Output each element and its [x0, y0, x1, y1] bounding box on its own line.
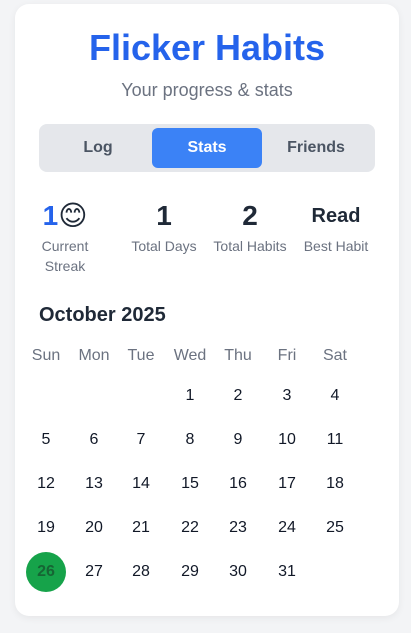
page-subtitle: Your progress & stats [121, 80, 293, 100]
weekday-tue: Tue [127, 347, 155, 364]
app-title: Flicker Habits [88, 27, 326, 68]
calendar-day[interactable]: 2 [218, 376, 258, 416]
calendar-day[interactable]: 31 [267, 552, 307, 592]
calendar-day[interactable]: 16 [218, 464, 258, 504]
calendar-day[interactable]: 29 [170, 552, 210, 592]
calendar-day[interactable]: 21 [121, 508, 161, 548]
calendar-day-completed[interactable]: 26 [26, 552, 66, 592]
weekday-mon: Mon [78, 347, 110, 364]
calendar-day[interactable]: 1 [170, 376, 210, 416]
streak-label: Current Streak [41, 238, 89, 274]
calendar-day[interactable]: 9 [218, 420, 258, 460]
calendar-day[interactable]: 11 [315, 420, 355, 460]
calendar-day[interactable]: 7 [121, 420, 161, 460]
calendar-day[interactable]: 12 [26, 464, 66, 504]
calendar-day[interactable]: 6 [74, 420, 114, 460]
calendar-day[interactable]: 15 [170, 464, 210, 504]
streak-value: 1 [42, 200, 59, 231]
best-habit-label: Best Habit [303, 238, 369, 254]
weekday-sat: Sat [322, 347, 347, 364]
tab-stats[interactable]: Stats [152, 128, 262, 168]
total-days-label: Total Days [131, 238, 197, 254]
calendar-day[interactable]: 24 [267, 508, 307, 548]
calendar-day[interactable]: 5 [26, 420, 66, 460]
weekday-thu: Thu [224, 347, 252, 364]
calendar-day[interactable]: 22 [170, 508, 210, 548]
calendar-day[interactable]: 23 [218, 508, 258, 548]
calendar-day[interactable]: 30 [218, 552, 258, 592]
tab-log[interactable]: Log [43, 128, 153, 168]
best-habit-value: Read [311, 205, 361, 227]
calendar-day[interactable]: 28 [121, 552, 161, 592]
total-habits-label: Total Habits [213, 238, 287, 254]
calendar-day[interactable]: 19 [26, 508, 66, 548]
calendar-day[interactable]: 27 [74, 552, 114, 592]
calendar-day[interactable]: 13 [74, 464, 114, 504]
stat-total-habits: 2 Total Habits [206, 196, 294, 256]
weekday-wed: Wed [173, 347, 207, 364]
calendar-day[interactable]: 14 [121, 464, 161, 504]
weekday-fri: Fri [277, 347, 297, 364]
stat-current-streak: 1😊 Current Streak [21, 196, 109, 276]
calendar-day[interactable]: 18 [315, 464, 355, 504]
calendar-day[interactable]: 10 [267, 420, 307, 460]
calendar-day[interactable]: 8 [170, 420, 210, 460]
total-days-value: 1 [156, 200, 172, 231]
tab-bar: Log Stats Friends [39, 124, 375, 172]
weekday-sun: Sun [31, 347, 61, 364]
stat-best-habit: Read Best Habit [292, 196, 380, 256]
calendar-day[interactable]: 17 [267, 464, 307, 504]
calendar-day[interactable]: 25 [315, 508, 355, 548]
smiley-emoji-icon: 😊 [58, 200, 88, 231]
stats-card: Flicker Habits Your progress & stats Log… [15, 4, 399, 616]
calendar-day[interactable]: 20 [74, 508, 114, 548]
tab-friends[interactable]: Friends [261, 128, 371, 168]
calendar-day[interactable]: 4 [315, 376, 355, 416]
stat-total-days: 1 Total Days [120, 196, 208, 256]
calendar-day[interactable]: 3 [267, 376, 307, 416]
total-habits-value: 2 [242, 200, 258, 231]
calendar-month-title: October 2025 [39, 304, 166, 326]
